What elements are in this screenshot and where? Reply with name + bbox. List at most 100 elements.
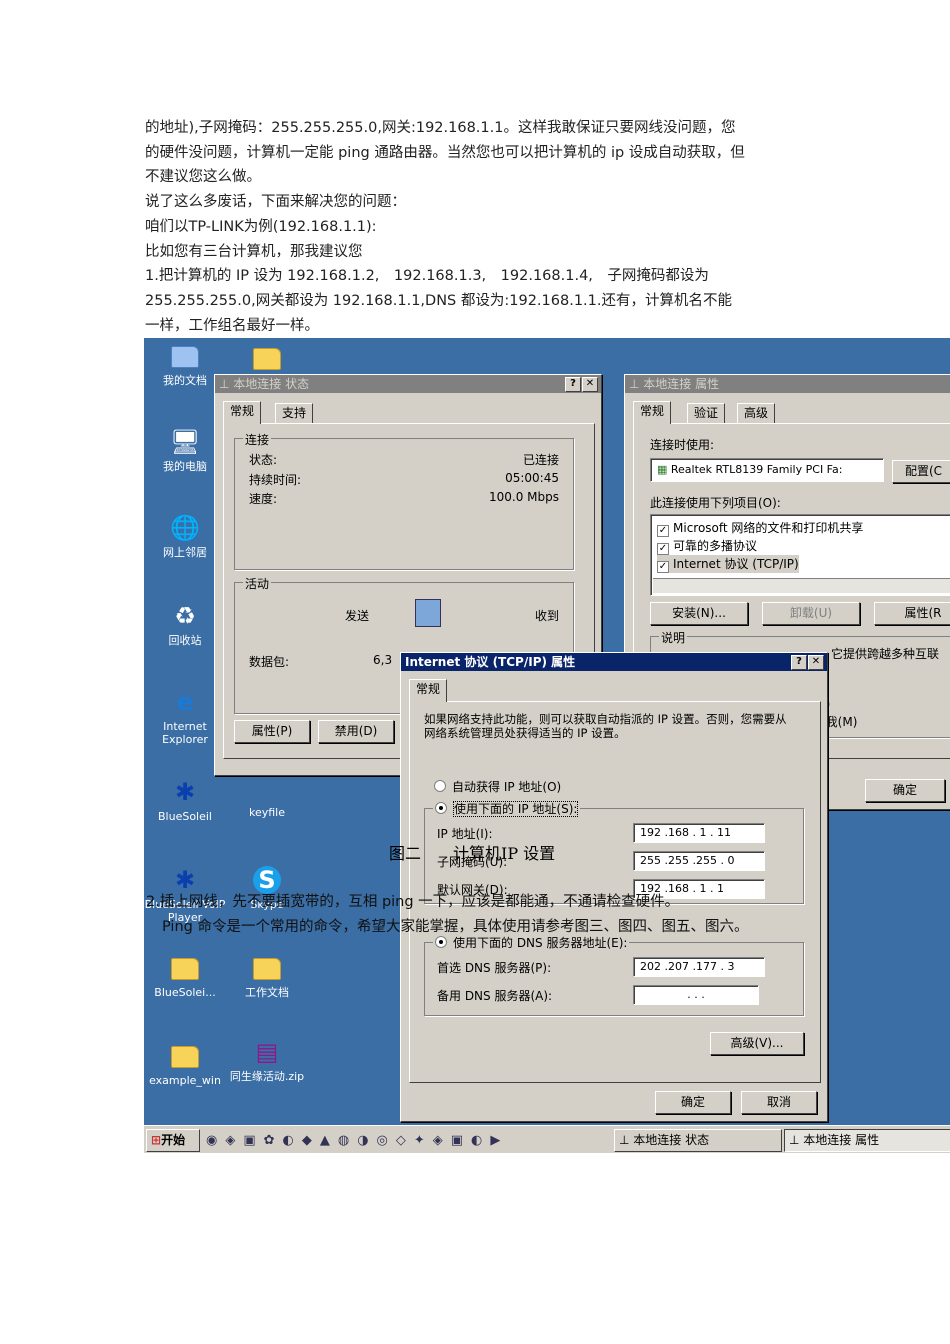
intro-line: 的地址),子网掩码：255.255.255.0,网关:192.168.1.1。这…	[145, 120, 736, 136]
recycle-bin-icon: ♻	[174, 602, 196, 630]
connect-using-label: 连接时使用:	[650, 438, 715, 452]
network-icon: 🌐	[170, 514, 200, 542]
my-computer-icon: 🖥	[170, 428, 201, 456]
radio-icon[interactable]	[434, 780, 446, 792]
overlay-line: 2.插上网线，先不要插宽带的，互相 ping 一下，应该是都能通，不通请检查硬件…	[146, 894, 680, 910]
alternate-dns-label: 备用 DNS 服务器(A):	[437, 989, 553, 1003]
ip-address-input[interactable]: 192 .168 . 1 . 11	[633, 823, 765, 843]
desktop-icon-bluesolei-folder[interactable]: BlueSolei...	[144, 954, 226, 999]
components-list[interactable]: ✓ Microsoft 网络的文件和打印机共享 ✓ 可靠的多播协议 ✓ Interne…	[650, 514, 950, 596]
intro-line: 比如您有三台计算机，那我建议您	[145, 243, 363, 260]
desktop-icon-bluesoleil[interactable]: ✱ BlueSoleil	[144, 778, 226, 823]
disable-button[interactable]: 禁用(D)	[318, 720, 394, 743]
folder-icon	[171, 1046, 199, 1068]
taskbar-properties-window[interactable]: ⊥ 本地连接 属性	[784, 1129, 950, 1152]
intro-line: 咱们以TP-LINK为例(192.168.1.1):	[145, 218, 377, 235]
folder-icon	[253, 348, 281, 370]
folder-icon	[171, 958, 199, 980]
intro-line: 的硬件没问题，计算机一定能 ping 通路由器。当然您也可以把计算机的 ip 设…	[145, 144, 745, 161]
auto-ip-radio[interactable]: 自动获得 IP 地址(O)	[434, 778, 561, 795]
radio-icon[interactable]	[435, 802, 447, 814]
install-button[interactable]: 安装(N)...	[650, 602, 748, 625]
connection-group: 连接 状态: 已连接 持续时间: 05:00:45 速度: 100.0 Mbps	[234, 431, 574, 570]
figure-caption: 图二 计算机IP 设置	[389, 844, 556, 863]
checkbox-icon[interactable]: ✓	[657, 543, 669, 555]
properties-button[interactable]: 属性(P)	[234, 720, 310, 743]
tab-general[interactable]: 常规	[223, 401, 262, 424]
properties-tabs: 常规 验证 高级	[633, 401, 950, 424]
help-button[interactable]: ?	[791, 655, 807, 670]
ok-button[interactable]: 确定	[655, 1091, 731, 1114]
status-tabs: 常规 支持	[223, 401, 593, 424]
item-properties-button[interactable]: 属性(R	[874, 602, 950, 625]
quick-launch-icons[interactable]: ◉◈▣✿◐◆▲◍◑◎◇✦◈▣◐▶	[206, 1133, 606, 1149]
list-item[interactable]: ✓ 可靠的多播协议	[657, 537, 757, 555]
network-icon: ⊥	[219, 377, 234, 391]
intro-line: 说了这么多废话，下面来解决您的问题：	[145, 194, 406, 211]
speed-value: 100.0 Mbps	[488, 490, 559, 504]
intro-line: 一样，工作组名最好一样。	[145, 317, 319, 334]
properties-window-titlebar[interactable]: ⊥ 本地连接 属性	[625, 375, 950, 393]
status-label: 状态:	[249, 453, 278, 467]
ie-icon: e	[176, 688, 194, 716]
tab-general[interactable]: 常规	[633, 401, 672, 424]
packets-label: 数据包:	[249, 655, 290, 669]
cancel-button[interactable]: 取消	[741, 1091, 817, 1114]
desktop-icon-work-docs[interactable]: 工作文档	[226, 954, 308, 999]
network-icon: ⊥	[629, 377, 644, 391]
advanced-button[interactable]: 高级(V)...	[710, 1032, 804, 1055]
folder-icon	[253, 958, 281, 980]
close-button[interactable]: ✕	[582, 377, 598, 392]
desktop-icon-example-win[interactable]: example_win	[144, 1042, 226, 1087]
preferred-dns-input[interactable]: 202 .207 .177 . 3	[633, 957, 765, 977]
windows-logo-icon: ⊞	[151, 1133, 162, 1147]
network-icon: ⊥	[619, 1133, 634, 1147]
intro-paragraph: 的地址),子网掩码：255.255.255.0,网关:192.168.1.1。这…	[145, 116, 807, 338]
intro-line: 1.把计算机的 IP 设为 192.168.1.2, 192.168.1.3, …	[145, 268, 709, 285]
uninstall-button[interactable]: 卸载(U)	[762, 602, 860, 625]
close-button[interactable]: ✕	[808, 655, 824, 670]
manual-ip-radio[interactable]: 使用下面的 IP 地址(S):	[433, 800, 581, 817]
start-button[interactable]: ⊞开始	[146, 1129, 200, 1152]
intro-line: 255.255.255.0,网关都设为 192.168.1.1,DNS 都设为:…	[145, 292, 732, 309]
dns-group: 使用下面的 DNS 服务器地址(E): 首选 DNS 服务器(P): 202 .…	[424, 934, 804, 1016]
overlay-line: Ping 命令是一个常用的命令，希望大家能掌握，具体使用请参考图三、图四、图五、…	[162, 919, 749, 935]
radio-icon[interactable]	[435, 936, 447, 948]
windows-screenshot: 我的文档 🖥 我的电脑 🌐 网上邻居 ♻ 回收站 e Internet Expl…	[144, 338, 950, 1153]
info-text: 如果网络支持此功能，则可以获取自动指派的 IP 设置。否则，您需要从网络系统管理…	[424, 712, 787, 740]
list-item[interactable]: ✓ Internet 协议 (TCP/IP)	[657, 555, 799, 573]
preferred-dns-label: 首选 DNS 服务器(P):	[437, 961, 552, 975]
tab-advanced[interactable]: 高级	[737, 403, 776, 423]
tcpip-dialog-titlebar[interactable]: Internet 协议 (TCP/IP) 属性 ? ✕	[401, 653, 827, 671]
received-label: 收到	[534, 609, 559, 623]
speed-label: 速度:	[249, 492, 278, 506]
bluetooth-icon: ✱	[174, 778, 196, 806]
tab-general[interactable]: 常规	[409, 679, 448, 702]
checkbox-icon[interactable]: ✓	[657, 525, 669, 537]
adapter-field: ▦ Realtek RTL8139 Family PCI Fa:	[650, 458, 884, 482]
duration-label: 持续时间:	[249, 473, 302, 487]
subnet-mask-input[interactable]: 255 .255 .255 . 0	[633, 851, 765, 871]
checkbox-icon[interactable]: ✓	[657, 561, 669, 573]
tcpip-tabs: 常规	[409, 679, 809, 702]
duration-value: 05:00:45	[505, 471, 559, 485]
status-window-titlebar[interactable]: ⊥ 本地连接 状态 ? ✕	[215, 375, 601, 393]
sent-label: 发送	[345, 609, 370, 623]
description-text: 它提供跨越多种互联	[831, 647, 940, 661]
list-item[interactable]: ✓ Microsoft 网络的文件和打印机共享	[657, 519, 863, 537]
manual-dns-radio[interactable]: 使用下面的 DNS 服务器地址(E):	[433, 934, 630, 951]
tab-support[interactable]: 支持	[275, 403, 314, 423]
packets-sent-value: 6,3	[373, 653, 393, 667]
list-scrollbar[interactable]	[653, 578, 950, 593]
alternate-dns-input[interactable]: . . .	[633, 985, 759, 1005]
network-card-icon: ▦	[657, 463, 671, 476]
tab-auth[interactable]: 验证	[687, 403, 726, 423]
configure-button[interactable]: 配置(C	[892, 460, 950, 483]
winrar-icon: ▤	[255, 1038, 279, 1066]
network-activity-icon	[415, 599, 441, 627]
taskbar-status-window[interactable]: ⊥ 本地连接 状态	[614, 1129, 782, 1152]
desktop-icon-zip[interactable]: ▤ 同生缘活动.zip	[226, 1038, 308, 1083]
ok-button[interactable]: 确定	[865, 779, 945, 802]
tcpip-dialog: Internet 协议 (TCP/IP) 属性 ? ✕ 常规 如果网络支持此功能…	[400, 652, 828, 1122]
help-button[interactable]: ?	[565, 377, 581, 392]
